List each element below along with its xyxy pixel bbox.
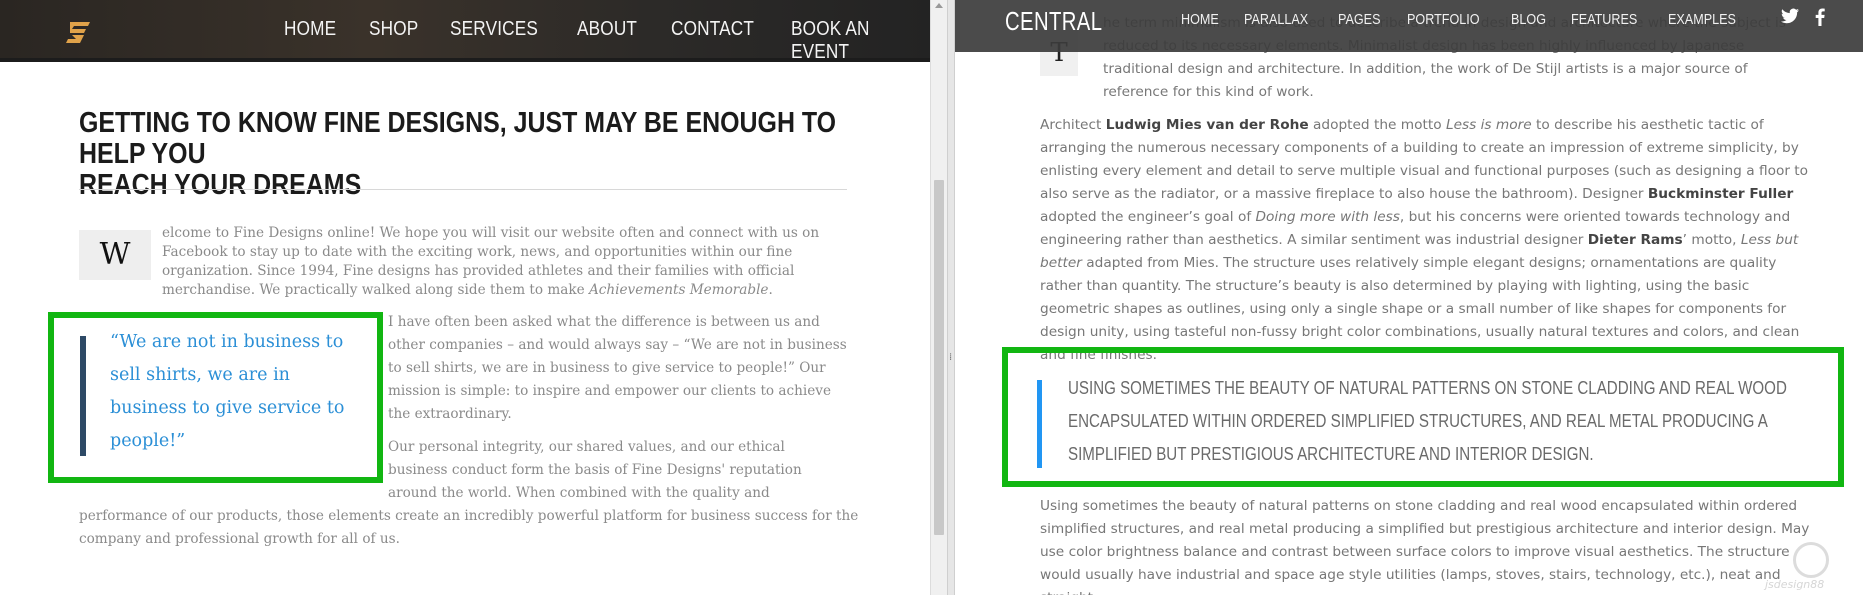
pane-splitter[interactable]: ⁞: [947, 0, 955, 595]
p2-text-h: ’ motto,: [1682, 232, 1741, 248]
intro-end: .: [768, 282, 773, 298]
nav-portfolio[interactable]: PORTFOLIO: [1407, 11, 1480, 28]
facebook-icon[interactable]: [1815, 8, 1825, 31]
intro-emphasis: Achievements Memorable: [588, 282, 769, 298]
mission-paragraph: I have often been asked what the differe…: [388, 314, 847, 422]
left-main-menu: HOME SHOP SERVICES ABOUT CONTACT BOOK AN…: [284, 18, 930, 64]
nav-shop[interactable]: SHOP: [369, 18, 418, 64]
social-links: [1781, 8, 1825, 31]
nav-about[interactable]: ABOUT: [577, 18, 637, 64]
page-heading-line1: GETTING TO KNOW FINE DESIGNS, JUST MAY B…: [79, 107, 837, 170]
right-paragraph-3: Using sometimes the beauty of natural pa…: [1040, 498, 1810, 595]
pull-quote-left: “We are not in business to sell shirts, …: [110, 332, 345, 451]
p2-text-c: adopted the motto: [1308, 117, 1446, 133]
left-browser-pane: HOME SHOP SERVICES ABOUT CONTACT BOOK AN…: [0, 0, 930, 595]
quote-bar-right: [1037, 380, 1042, 468]
nav-examples[interactable]: EXAMPLES: [1668, 11, 1736, 28]
nav-blog[interactable]: BLOG: [1511, 11, 1546, 28]
nav-features[interactable]: FEATURES: [1571, 11, 1637, 28]
p2-bold-mies: Ludwig Mies van der Rohe: [1105, 117, 1309, 133]
p2-text-f: adopted the engineer’s goal of: [1040, 209, 1256, 225]
logo-icon[interactable]: [62, 18, 96, 46]
right-paragraph-2: Architect Ludwig Mies van der Rohe adopt…: [1040, 114, 1810, 367]
splitter-grip-icon[interactable]: ⁞: [949, 352, 952, 363]
intro-paragraph: elcome to Fine Designs online! We hope y…: [162, 224, 852, 300]
nav-home[interactable]: HOME: [284, 18, 336, 64]
brand-logo[interactable]: CENTRAL: [1005, 6, 1102, 37]
nav-home[interactable]: HOME: [1181, 11, 1219, 28]
integrity-paragraph-continued: performance of our products, those eleme…: [79, 508, 859, 547]
heading-divider: [79, 189, 847, 190]
nav-parallax[interactable]: PARALLAX: [1244, 11, 1308, 28]
right-browser-pane: T he term minimalism is also used to des…: [955, 0, 1863, 595]
nav-services[interactable]: SERVICES: [450, 18, 538, 64]
right-navbar: CENTRAL HOME PARALLAX PAGES PORTFOLIO BL…: [955, 0, 1863, 52]
right-main-menu: HOME PARALLAX PAGES PORTFOLIO BLOG FEATU…: [1181, 11, 1743, 28]
p2-italic-doing-more: Doing more with less: [1255, 209, 1400, 225]
quote-bar-left: [80, 336, 86, 456]
nav-book-an-event[interactable]: BOOK AN EVENT: [791, 18, 917, 64]
p2-bold-rams: Dieter Rams: [1587, 232, 1683, 248]
watermark-text: jsdesign88: [1765, 578, 1825, 591]
scroll-up-arrow-icon[interactable]: [935, 3, 943, 8]
twitter-icon[interactable]: [1781, 8, 1799, 31]
integrity-paragraph: Our personal integrity, our shared value…: [388, 439, 802, 501]
watermark-logo-icon: [1793, 542, 1829, 578]
intro-dropcap: W: [79, 230, 151, 280]
p2-bold-fuller: Buckminster Fuller: [1647, 186, 1794, 202]
pull-quote-right: USING SOMETIMES THE BEAUTY OF NATURAL PA…: [1068, 378, 1787, 464]
nav-contact[interactable]: CONTACT: [671, 18, 754, 64]
left-scrollbar[interactable]: [930, 0, 947, 595]
scroll-thumb[interactable]: [934, 180, 944, 535]
page-heading: GETTING TO KNOW FINE DESIGNS, JUST MAY B…: [79, 108, 853, 201]
page-heading-line2: REACH YOUR DREAMS: [79, 169, 362, 201]
p2-italic-less-is-more: Less is more: [1445, 117, 1532, 133]
p2-text-a: Architect: [1040, 117, 1106, 133]
nav-pages[interactable]: PAGES: [1338, 11, 1380, 28]
watermark: jsdesign88: [1765, 542, 1845, 591]
left-navbar: HOME SHOP SERVICES ABOUT CONTACT BOOK AN…: [0, 0, 930, 64]
